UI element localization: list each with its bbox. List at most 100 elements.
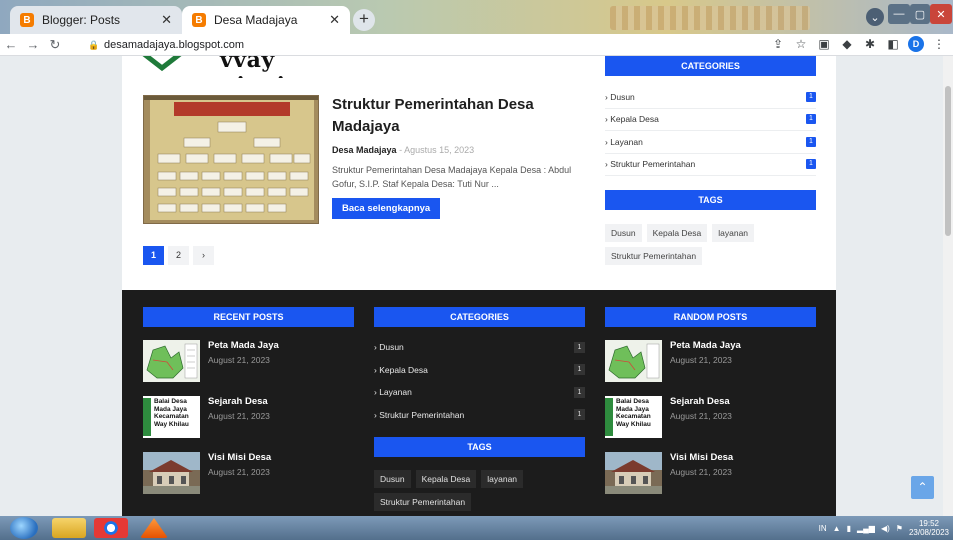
tag-kepala-desa[interactable]: Kepala Desa [415, 470, 477, 488]
signal-icon[interactable]: ▂▄▆ [857, 524, 875, 533]
balai-desa-thumbnail: Balai Desa Mada Jaya Kecamatan Way Khila… [143, 396, 200, 438]
footer-categories-heading: CATEGORIES [374, 307, 585, 327]
sidebar-category-struktur[interactable]: › Struktur Pemerintahan 1 [605, 154, 816, 176]
chrome-taskbar-icon[interactable] [94, 518, 128, 538]
category-count: 1 [806, 136, 816, 147]
footer-categories-list: › Dusun 1 › Kepala Desa 1 › Layanan 1 › … [374, 336, 585, 426]
clock[interactable]: 19:52 23/08/2023 [909, 519, 949, 537]
post-title[interactable]: Peta Mada Jaya [208, 340, 279, 351]
tag-struktur-pemerintahan[interactable]: Struktur Pemerintahan [374, 493, 472, 511]
sidepanel-icon[interactable]: ◧ [885, 36, 901, 52]
system-tray: IN ▲ ▮ ▂▄▆ ◀) ⚑ 19:52 23/08/2023 [819, 519, 949, 537]
scrollbar-thumb[interactable] [945, 86, 951, 236]
post-date: Agustus 15, 2023 [404, 145, 475, 155]
bookmark-star-icon[interactable]: ☆ [793, 36, 809, 52]
random-post-visi-misi[interactable]: Visi Misi Desa August 21, 2023 [605, 452, 816, 496]
tag-struktur-pemerintahan[interactable]: Struktur Pemerintahan [605, 247, 703, 265]
extension-icon[interactable]: ◆ [839, 36, 855, 52]
post-title[interactable]: Peta Mada Jaya [670, 340, 741, 351]
random-post-peta[interactable]: Peta Mada Jaya August 21, 2023 [605, 340, 816, 384]
close-icon[interactable]: ✕ [329, 12, 340, 28]
blogger-icon: B [192, 13, 206, 27]
language-indicator[interactable]: IN [819, 524, 827, 533]
page-1-button[interactable]: 1 [143, 246, 164, 265]
sidebar-category-layanan[interactable]: › Layanan 1 [605, 131, 816, 154]
tab-search-button[interactable]: ⌄ [866, 8, 884, 26]
thumb-text: Way Khilau [154, 420, 189, 428]
post-author[interactable]: Desa Madajaya [332, 145, 397, 155]
category-label: Dusun [610, 91, 635, 102]
category-label: Kepala Desa [610, 114, 659, 125]
tag-dusun[interactable]: Dusun [605, 224, 642, 242]
tab-desa-madajaya[interactable]: B Desa Madajaya ✕ [182, 6, 350, 34]
category-label: Layanan [610, 136, 643, 147]
back-arrow-icon[interactable]: ← [0, 37, 22, 52]
post-thumbnail[interactable] [143, 95, 319, 224]
back-to-top-button[interactable]: ⌃ [911, 476, 934, 499]
post-title[interactable]: Struktur Pemerintahan Desa Madajaya [332, 94, 572, 138]
footer-category-kepala-desa[interactable]: › Kepala Desa 1 [374, 359, 585, 382]
read-more-button[interactable]: Baca selengkapnya [332, 198, 441, 219]
start-button[interactable] [10, 517, 38, 539]
sidebar-tags-heading: TAGS [605, 190, 816, 210]
chevron-up-icon: ⌃ [917, 480, 928, 494]
tag-layanan[interactable]: layanan [712, 224, 755, 242]
footer-tags-heading: TAGS [374, 437, 585, 457]
tab-title: Blogger: Posts [42, 13, 121, 27]
random-post-sejarah[interactable]: Balai Desa Mada Jaya Kecamatan Way Khila… [605, 396, 816, 440]
menu-kebab-icon[interactable]: ⋮ [931, 36, 947, 52]
post-title[interactable]: Visi Misi Desa [670, 452, 733, 463]
new-tab-button[interactable]: + [353, 9, 375, 31]
post-date: August 21, 2023 [208, 411, 270, 421]
category-count: 1 [806, 114, 816, 125]
recent-post-sejarah[interactable]: Balai Desa Mada Jaya Kecamatan Way Khila… [143, 396, 354, 440]
page-2-button[interactable]: 2 [168, 246, 189, 265]
explorer-taskbar-icon[interactable] [52, 518, 86, 538]
show-hidden-icons-icon[interactable]: ▲ [833, 524, 841, 533]
footer-category-layanan[interactable]: › Layanan 1 [374, 381, 585, 404]
next-page-button[interactable]: › [193, 246, 214, 265]
puzzle-icon[interactable]: ✱ [862, 36, 878, 52]
footer-category-struktur[interactable]: › Struktur Pemerintahan 1 [374, 404, 585, 427]
category-label: Struktur Pemerintahan [610, 159, 696, 170]
post-date: August 21, 2023 [670, 355, 732, 365]
post-date: August 21, 2023 [670, 411, 732, 421]
close-icon[interactable]: ✕ [161, 12, 172, 28]
thumb-text: Mada Jaya [616, 405, 649, 413]
footer-category-dusun[interactable]: › Dusun 1 [374, 336, 585, 359]
map-thumbnail [143, 340, 200, 382]
category-count: 1 [806, 159, 816, 170]
lock-icon: 🔒 [88, 40, 100, 50]
tag-kepala-desa[interactable]: Kepala Desa [646, 224, 708, 242]
profile-avatar[interactable]: D [908, 36, 924, 52]
post-title[interactable]: Sejarah Desa [208, 396, 268, 407]
thumb-text: Kecamatan [154, 413, 189, 420]
thumb-text: Balai Desa [616, 398, 649, 405]
network-icon[interactable]: ▮ [847, 524, 851, 533]
share-icon[interactable]: ⇪ [770, 36, 786, 52]
recent-post-visi-misi[interactable]: Visi Misi Desa August 21, 2023 [143, 452, 354, 496]
post-title[interactable]: Visi Misi Desa [208, 452, 271, 463]
flag-icon[interactable]: ⚑ [896, 524, 903, 533]
reload-icon[interactable]: ↻ [44, 37, 66, 53]
logo-text: vvay ninai [220, 56, 285, 78]
sidebar-category-dusun[interactable]: › Dusun 1 [605, 86, 816, 109]
forward-arrow-icon[interactable]: → [22, 37, 44, 52]
tag-dusun[interactable]: Dusun [374, 470, 411, 488]
minimize-button[interactable]: — [888, 4, 910, 24]
maximize-button[interactable]: ▢ [910, 4, 930, 24]
tag-layanan[interactable]: layanan [481, 470, 524, 488]
sidebar-category-kepala-desa[interactable]: › Kepala Desa 1 [605, 109, 816, 131]
recent-post-peta[interactable]: Peta Mada Jaya August 21, 2023 [143, 340, 354, 384]
page-scrollbar[interactable] [943, 56, 953, 516]
close-window-button[interactable]: ✕ [930, 4, 952, 24]
vlc-taskbar-icon[interactable] [140, 518, 168, 538]
post-title[interactable]: Sejarah Desa [670, 396, 730, 407]
tab-blogger-posts[interactable]: B Blogger: Posts ✕ [10, 6, 182, 34]
extension-icon[interactable]: ▣ [816, 36, 832, 52]
thumb-text: Kecamatan [616, 413, 651, 420]
blogger-icon: B [20, 13, 34, 27]
volume-icon[interactable]: ◀) [881, 524, 890, 533]
site-logo[interactable]: vvay ninai [142, 56, 342, 78]
address-bar[interactable]: 🔒 desamadajaya.blogspot.com [88, 36, 858, 54]
